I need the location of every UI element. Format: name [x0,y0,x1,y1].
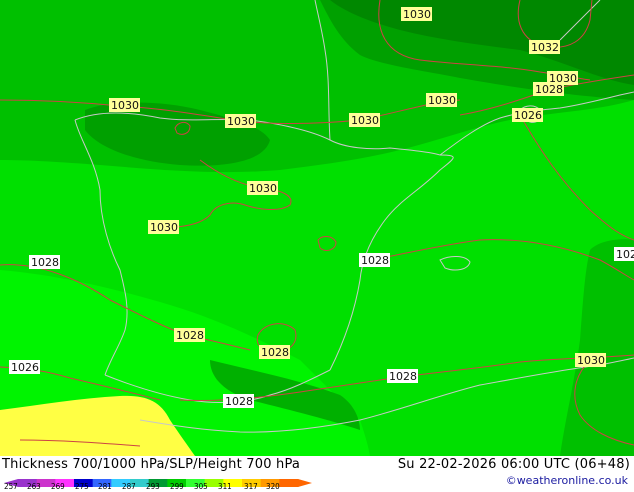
svg-text:1030: 1030 [227,115,255,128]
svg-text:1032: 1032 [531,41,559,54]
svg-text:1028: 1028 [261,346,289,359]
footer-bar: Thickness 700/1000 hPa/SLP/Height 700 hP… [0,456,634,491]
contour-label: 1028 [223,394,254,408]
contour-label: 1030 [225,114,256,128]
map-title: Thickness 700/1000 hPa/SLP/Height 700 hP… [2,457,301,472]
svg-text:1028: 1028 [535,83,563,96]
contour-label: 1030 [109,98,140,112]
contour-label: 1028 [174,328,205,342]
svg-text:1028: 1028 [389,370,417,383]
contour-label: 1028 [387,369,418,383]
contour-label: 1028 [29,255,60,269]
svg-text:1030: 1030 [403,8,431,21]
contour-label: 1028 [533,82,564,96]
contour-label: 1026 [9,360,40,374]
contour-label: 1028 [259,345,290,359]
svg-text:1030: 1030 [428,94,456,107]
svg-text:1028: 1028 [225,395,253,408]
svg-text:1026: 1026 [11,361,39,374]
contour-label: 1026 [614,247,634,261]
svg-text:1026: 1026 [616,248,634,261]
svg-text:1028: 1028 [176,329,204,342]
contour-label: 1026 [512,108,543,122]
svg-text:1028: 1028 [361,254,389,267]
svg-text:1030: 1030 [249,182,277,195]
color-legend: 257 263 269 275 281 287 293 299 305 311 317 320 [0,473,330,491]
contour-label: 1030 [401,7,432,21]
svg-text:1026: 1026 [514,109,542,122]
contour-label: 1030 [247,181,278,195]
map-canvas: 1030 1032 1030 1028 1030 1026 1030 1030 … [0,0,634,456]
contour-label: 1028 [359,253,390,267]
contour-label: 1032 [529,40,560,54]
weather-map: 1030 1032 1030 1028 1030 1026 1030 1030 … [0,0,634,456]
contour-label: 1030 [426,93,457,107]
contour-label: 1030 [575,353,606,367]
svg-text:1030: 1030 [577,354,605,367]
svg-text:1030: 1030 [150,221,178,234]
svg-text:1030: 1030 [351,114,379,127]
svg-text:1030: 1030 [111,99,139,112]
contour-label: 1030 [148,220,179,234]
legend-arrow-right [298,479,312,487]
legend-colorbar [4,479,312,487]
contour-label: 1030 [349,113,380,127]
credit-link[interactable]: ©weatheronline.co.uk [506,474,628,487]
valid-time: Su 22-02-2026 06:00 UTC (06+48) [397,457,630,472]
svg-text:1028: 1028 [31,256,59,269]
legend-swatch [279,479,299,487]
